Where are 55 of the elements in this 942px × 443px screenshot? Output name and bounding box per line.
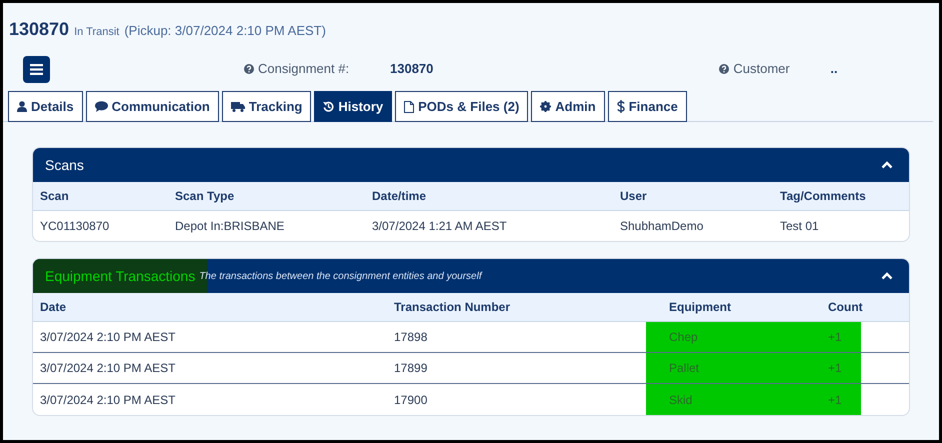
tab[interactable]: Details xyxy=(8,91,83,122)
tab[interactable]: History xyxy=(314,91,392,122)
table-cell: +1 xyxy=(815,384,861,415)
pickup-text: (Pickup: 3/07/2024 2:10 PM AEST) xyxy=(124,22,326,40)
help-icon xyxy=(244,64,254,74)
table-cell-text: Test 01 xyxy=(779,218,820,235)
collapse-chevron-icon[interactable] xyxy=(881,161,893,169)
card-subtitle: The transactions between the consignment entities and yourself xyxy=(199,270,482,284)
table-cell-text: 3/07/2024 2:10 PM AEST xyxy=(39,360,176,377)
status-label: In Transit xyxy=(74,25,120,40)
tab[interactable]: PODs & Files (2) xyxy=(395,91,528,122)
truck-icon xyxy=(230,102,245,112)
table-cell: Skid xyxy=(646,384,815,415)
consignment-number: 130870 xyxy=(9,18,70,41)
speech-bubble-icon xyxy=(94,101,108,112)
menu-icon xyxy=(30,64,43,74)
card-title: Scans xyxy=(45,156,84,174)
tab[interactable]: Communication xyxy=(86,91,219,122)
history-icon xyxy=(323,101,334,112)
table-cell: +1 xyxy=(815,322,861,352)
user-icon xyxy=(17,101,27,112)
help-icon xyxy=(719,64,730,74)
column-header: Transaction Number xyxy=(393,299,512,316)
table-cell-text: 3/07/2024 2:10 PM AEST xyxy=(39,329,176,346)
gear-icon xyxy=(540,101,552,112)
field-value: .. xyxy=(830,60,838,78)
table-cell-text: 17898 xyxy=(393,329,428,346)
table-cell: Pallet xyxy=(646,353,815,383)
tab[interactable]: Finance xyxy=(608,91,687,122)
table-cell-text: 3/07/2024 2:10 PM AEST xyxy=(39,392,176,408)
field-label: Customer xyxy=(733,60,791,78)
table-cell-text: Depot In:BRISBANE xyxy=(174,218,286,235)
collapse-chevron-icon[interactable] xyxy=(881,272,893,280)
column-header: Count xyxy=(827,299,861,316)
column-header: Date xyxy=(39,299,68,316)
column-header: Scan Type xyxy=(174,188,236,205)
column-header: Tag/Comments xyxy=(779,188,867,205)
table-cell-text: 3/07/2024 1:21 AM AEST xyxy=(371,218,508,235)
column-header: Date/time xyxy=(371,188,428,205)
column-header: Equipment xyxy=(668,299,732,316)
table-cell-text: ShubhamDemo xyxy=(619,218,704,235)
tab[interactable]: Tracking xyxy=(222,91,312,122)
tab[interactable]: Admin xyxy=(531,91,605,122)
table-cell-text: YC01130870 xyxy=(39,218,110,235)
column-header: User xyxy=(619,188,648,205)
menu-button[interactable] xyxy=(23,56,50,82)
file-icon xyxy=(404,100,414,112)
field-value: 130870 xyxy=(390,60,434,78)
table-cell-text: 17899 xyxy=(393,360,428,377)
field-label: Consignment #: xyxy=(258,60,350,78)
table-cell: Chep xyxy=(646,322,815,352)
column-header: Scan xyxy=(39,188,70,205)
table-cell: +1 xyxy=(815,353,861,383)
table-cell-text: 17900 xyxy=(393,392,428,408)
dollar-icon xyxy=(616,100,625,113)
